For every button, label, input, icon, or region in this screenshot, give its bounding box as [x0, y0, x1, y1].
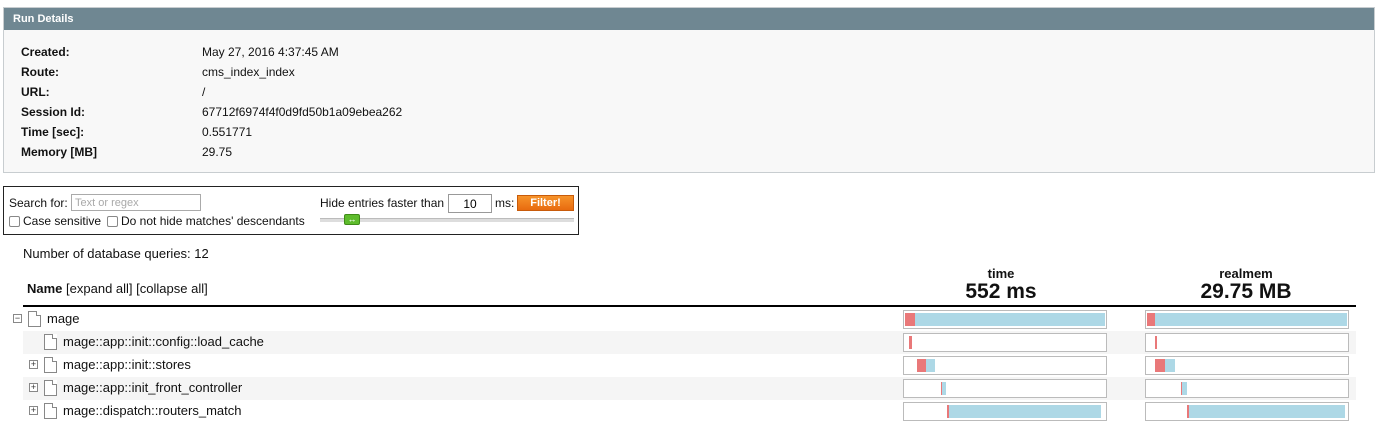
realmem-bar — [1145, 310, 1349, 329]
realmem-children-segment — [1165, 359, 1175, 372]
time-bar — [903, 379, 1107, 398]
run-detail-label: Time [sec]: — [21, 125, 85, 139]
time-children-segment — [926, 359, 935, 372]
time-own-segment — [917, 359, 926, 372]
time-column-header: time 552 ms — [899, 267, 1103, 303]
tree-row[interactable]: + mage::app::init::stores — [23, 354, 1356, 377]
realmem-total: 29.75 MB — [1200, 280, 1292, 303]
run-detail-value: 67712f6974f4f0d9fd50b1a09ebea262 — [202, 105, 403, 119]
threshold-input[interactable] — [448, 194, 492, 213]
time-children-segment — [948, 405, 1101, 418]
tree-row[interactable]: + mage::app::init_front_controller — [23, 377, 1356, 400]
run-detail-label: Created: — [21, 45, 70, 59]
tree-row[interactable]: − mage — [13, 308, 1356, 331]
run-details-panel: Run Details Created: May 27, 2016 4:37:45… — [3, 7, 1375, 173]
run-details-title: Run Details — [4, 8, 1374, 30]
run-detail-value: 0.551771 — [202, 125, 253, 139]
run-detail-label: Memory [MB] — [21, 145, 98, 159]
threshold-slider-handle[interactable]: ↔ — [344, 214, 360, 225]
header-divider — [23, 305, 1356, 307]
run-detail-row: Created: May 27, 2016 4:37:45 AM — [21, 42, 721, 62]
case-sensitive-checkbox[interactable] — [9, 215, 20, 227]
time-total: 552 ms — [965, 280, 1037, 303]
time-children-segment — [915, 313, 1105, 326]
node-label[interactable]: mage — [47, 311, 80, 326]
run-detail-label: Session Id: — [21, 105, 86, 119]
case-sensitive-option[interactable]: Case sensitive — [9, 214, 101, 228]
realmem-own-segment — [1147, 313, 1155, 326]
ms-label: ms: — [495, 196, 515, 210]
run-detail-label: Route: — [21, 65, 59, 79]
run-detail-value: 29.75 — [202, 145, 233, 159]
realmem-bar — [1145, 379, 1349, 398]
node-label[interactable]: mage::dispatch::routers_match — [63, 403, 241, 418]
hide-entries-label: Hide entries faster than — [320, 196, 445, 210]
collapse-all-link[interactable]: [collapse all] — [136, 281, 208, 296]
time-bar — [903, 356, 1107, 375]
realmem-header-label: realmem — [1219, 266, 1273, 281]
no-hide-descendants-checkbox[interactable] — [107, 215, 118, 227]
tree-row[interactable]: mage::app::init::config::load_cache — [23, 331, 1356, 354]
no-hide-descendants-option[interactable]: Do not hide matches' descendants — [107, 214, 305, 228]
time-own-segment — [905, 313, 915, 326]
realmem-bar — [1145, 333, 1349, 352]
file-icon — [44, 357, 57, 373]
expand-icon[interactable]: + — [29, 383, 38, 392]
run-detail-value: May 27, 2016 4:37:45 AM — [202, 45, 339, 59]
realmem-bar — [1145, 402, 1349, 421]
file-icon — [44, 380, 57, 396]
db-queries-count: Number of database queries: 12 — [23, 246, 209, 261]
run-detail-row: Time [sec]: 0.551771 — [21, 122, 721, 142]
collapse-icon[interactable]: − — [13, 314, 22, 323]
realmem-children-segment — [1182, 382, 1187, 395]
realmem-column-header: realmem 29.75 MB — [1144, 267, 1348, 303]
run-detail-row: Session Id: 67712f6974f4f0d9fd50b1a09ebea… — [21, 102, 721, 122]
file-icon — [44, 334, 57, 350]
expand-icon[interactable]: + — [29, 406, 38, 415]
expand-all-link[interactable]: [expand all] — [66, 281, 133, 296]
expand-icon[interactable]: + — [29, 360, 38, 369]
run-detail-value: cms_index_index — [202, 65, 295, 79]
no-hide-descendants-label: Do not hide matches' descendants — [121, 214, 305, 228]
name-column-header: Name [expand all] [collapse all] — [27, 281, 208, 296]
realmem-children-segment — [1155, 313, 1347, 326]
run-detail-row: URL: / — [21, 82, 721, 102]
search-label: Search for: — [9, 196, 68, 210]
time-own-segment — [909, 336, 912, 349]
file-icon — [28, 311, 41, 327]
tree-row[interactable]: + mage::dispatch::routers_match — [23, 400, 1356, 423]
case-sensitive-label: Case sensitive — [23, 214, 102, 228]
run-detail-row: Route: cms_index_index — [21, 62, 721, 82]
run-detail-value: / — [202, 85, 206, 99]
realmem-bar — [1145, 356, 1349, 375]
time-bar — [903, 402, 1107, 421]
realmem-own-segment — [1155, 359, 1165, 372]
time-bar — [903, 310, 1107, 329]
filter-button[interactable]: Filter! — [517, 195, 574, 211]
time-bar — [903, 333, 1107, 352]
name-label: Name — [27, 281, 63, 296]
realmem-own-segment — [1155, 336, 1157, 349]
filter-box: Search for: Case sensitive Do not hide m… — [3, 186, 579, 235]
node-label[interactable]: mage::app::init_front_controller — [63, 380, 242, 395]
time-children-segment — [942, 382, 946, 395]
run-detail-row: Memory [MB] 29.75 — [21, 142, 721, 162]
run-detail-label: URL: — [21, 85, 50, 99]
search-input[interactable] — [71, 194, 201, 211]
file-icon — [44, 403, 57, 419]
node-label[interactable]: mage::app::init::config::load_cache — [63, 334, 264, 349]
time-header-label: time — [987, 266, 1015, 281]
realmem-children-segment — [1188, 405, 1345, 418]
node-label[interactable]: mage::app::init::stores — [63, 357, 191, 372]
run-details-rows: Created: May 27, 2016 4:37:45 AM Route: cms… — [21, 42, 721, 162]
